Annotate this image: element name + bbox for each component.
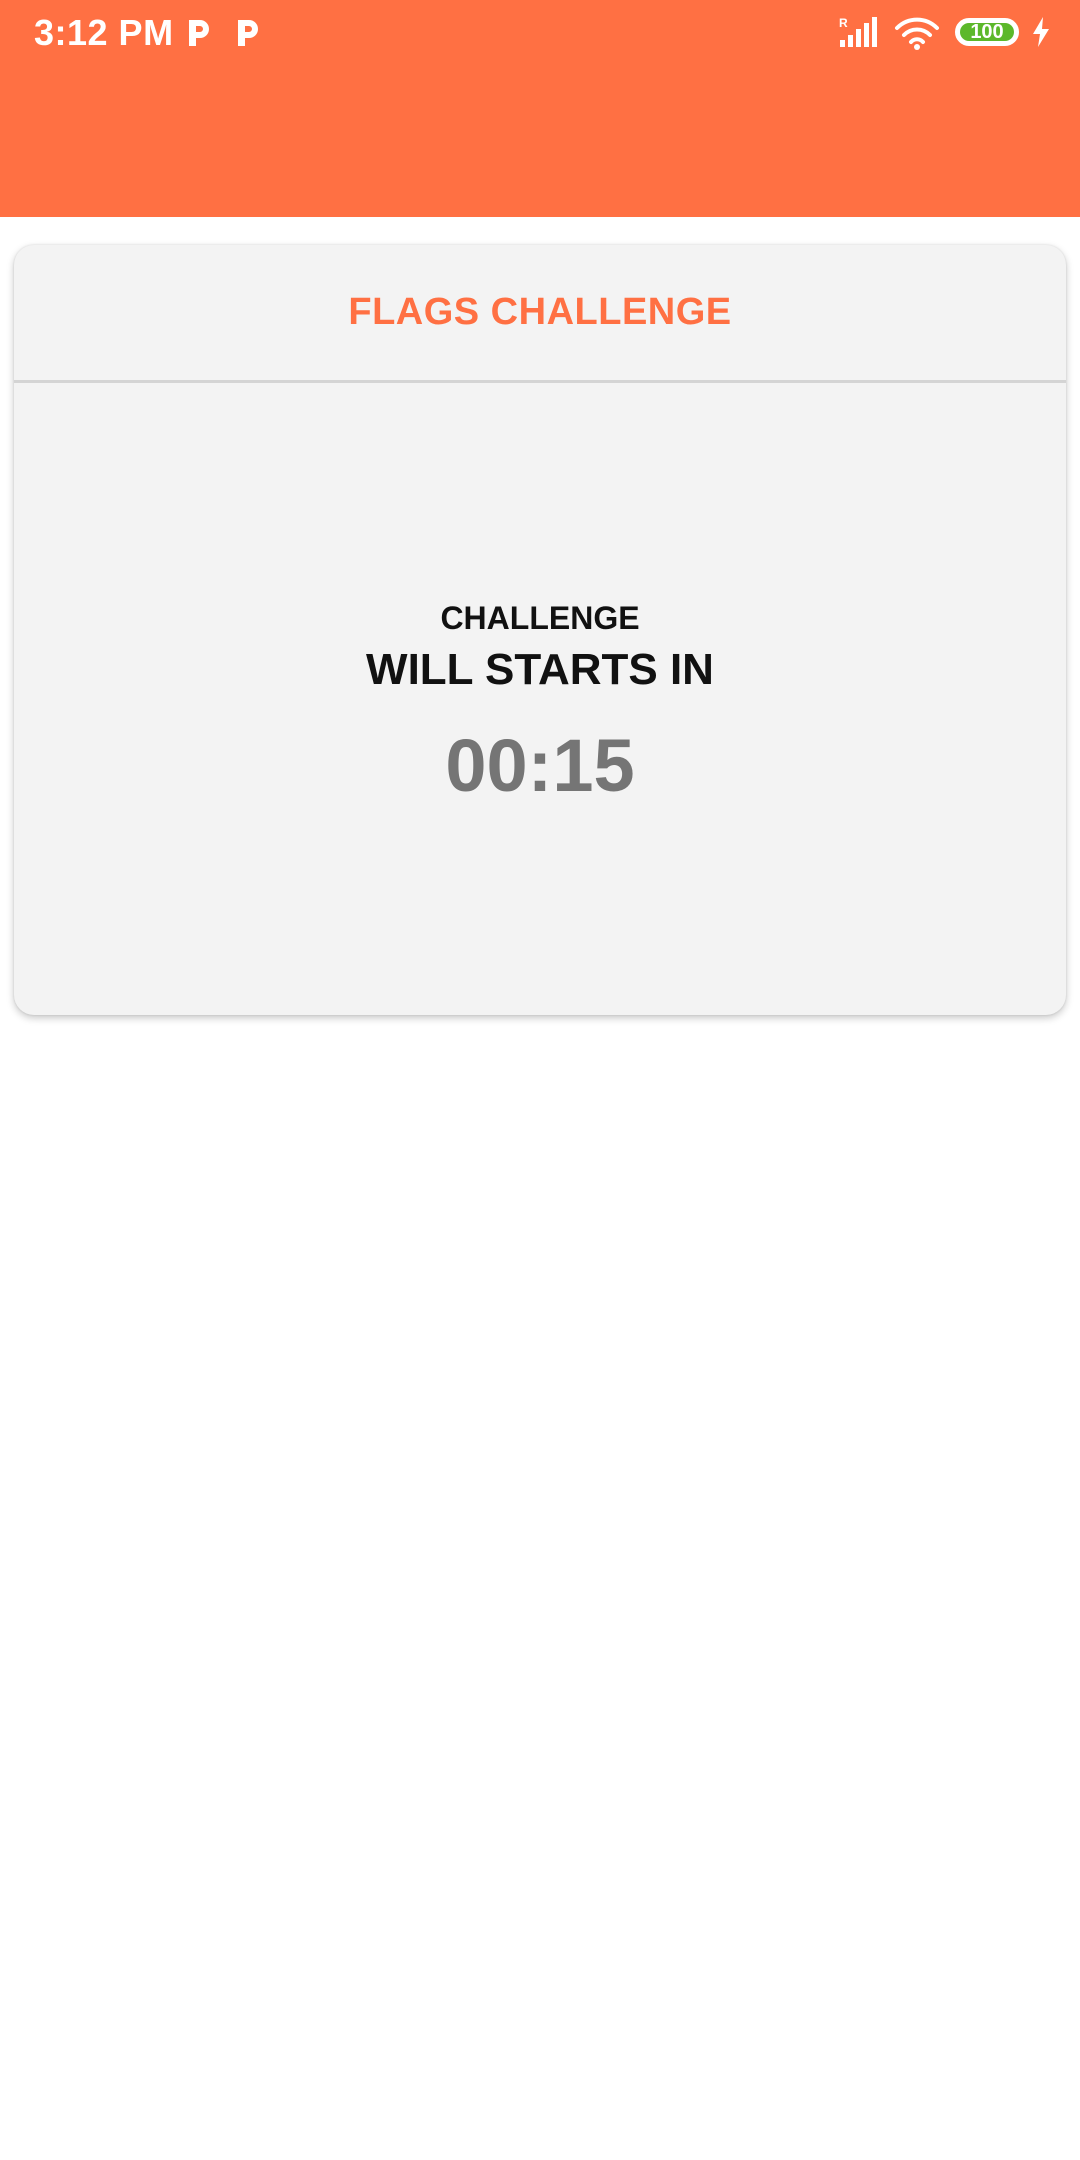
status-time: 3:12 PM bbox=[34, 12, 174, 53]
parking-app-icon bbox=[189, 20, 209, 46]
card-title: FLAGS CHALLENGE bbox=[348, 291, 732, 333]
wifi-icon bbox=[895, 17, 939, 50]
card-header: FLAGS CHALLENGE bbox=[14, 245, 1066, 383]
battery-level: 100 bbox=[970, 21, 1004, 43]
roaming-badge: R bbox=[839, 16, 848, 30]
starts-in-label: WILL STARTS IN bbox=[366, 645, 714, 694]
charging-bolt-icon bbox=[1033, 17, 1049, 47]
status-bar: 3:12 PM R 100 bbox=[0, 0, 1080, 66]
countdown-timer: 00:15 bbox=[445, 724, 635, 807]
parking-app-icon bbox=[238, 20, 258, 46]
app-bar: 3:12 PM R 100 bbox=[0, 0, 1080, 217]
challenge-label: CHALLENGE bbox=[440, 600, 640, 636]
cellular-signal-icon: R bbox=[839, 16, 877, 47]
battery-icon: 100 bbox=[955, 18, 1019, 46]
challenge-card: FLAGS CHALLENGE CHALLENGE WILL STARTS IN… bbox=[14, 245, 1066, 1015]
